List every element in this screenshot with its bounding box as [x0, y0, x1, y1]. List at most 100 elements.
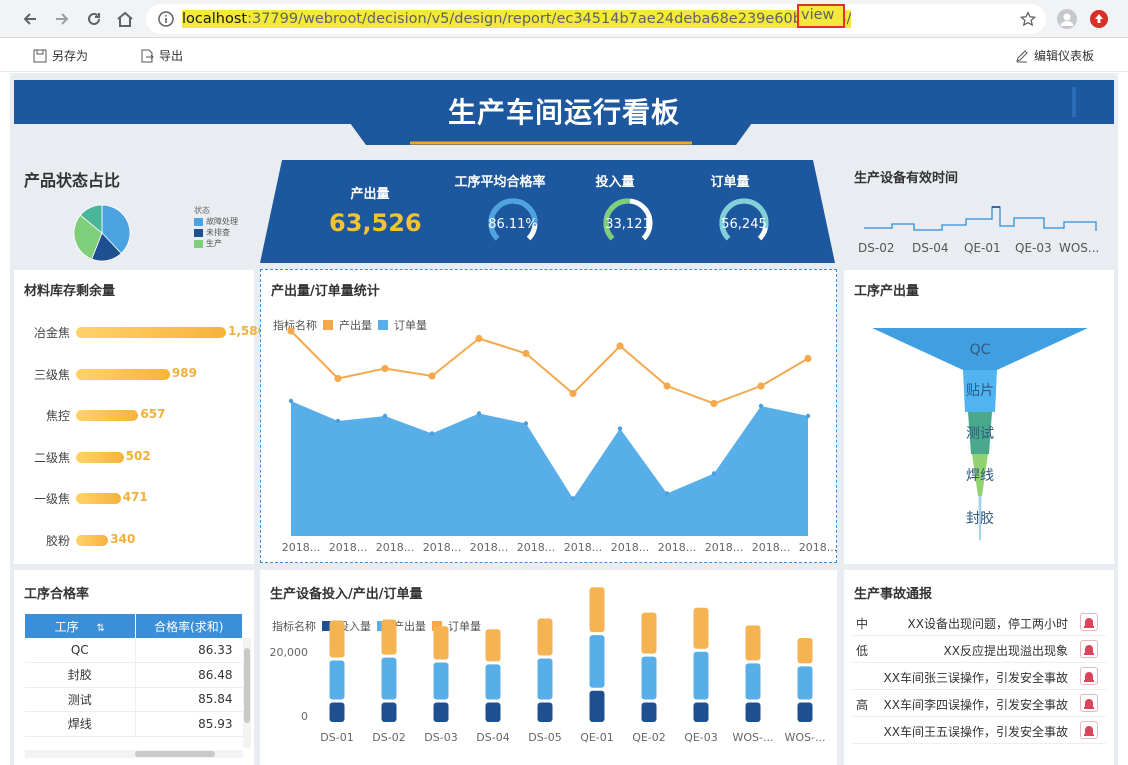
output-point[interactable]	[569, 389, 577, 398]
table-row[interactable]: QC 86.33	[25, 638, 243, 663]
order-point[interactable]	[617, 426, 623, 431]
stack-bar-segment[interactable]	[797, 666, 813, 700]
pie-legend-item[interactable]: 未排查	[194, 227, 238, 238]
accident-row[interactable]: XX车间张三误操作，引发安全事故	[852, 664, 1106, 690]
stack-bar-segment[interactable]	[433, 662, 449, 700]
star-icon[interactable]	[1020, 11, 1036, 27]
stack-bar-segment[interactable]	[433, 626, 449, 660]
back-arrow-icon[interactable]	[18, 7, 42, 31]
home-icon[interactable]	[113, 7, 137, 31]
order-point[interactable]	[758, 403, 764, 409]
stack-bar-segment[interactable]	[381, 619, 397, 655]
stack-bar-segment[interactable]	[641, 656, 657, 700]
pass-rate-panel: 工序合格率 工序 ⇅ 合格率(求和) QC 86.33 封胶 86.48 测试 85.84…	[14, 570, 254, 765]
stack-bar-segment[interactable]	[745, 663, 761, 700]
stack-bar-segment[interactable]	[589, 635, 605, 688]
table-row[interactable]: 测试 85.84	[25, 687, 243, 712]
profile-avatar-icon[interactable]	[1057, 9, 1077, 29]
accident-row[interactable]: 高 XX车间李四误操作，引发安全事故	[852, 691, 1106, 717]
table-vertical-scrollbar[interactable]	[243, 638, 251, 748]
table-horizontal-scrollbar[interactable]	[25, 750, 243, 758]
material-row[interactable]: 三级焦 989	[14, 366, 254, 382]
kpi-pass-rate-value: 86.11%	[488, 217, 538, 232]
stack-bar-segment[interactable]	[329, 660, 345, 700]
output-point[interactable]	[287, 327, 295, 335]
stack-bar-segment[interactable]	[537, 702, 553, 723]
pie-legend-item[interactable]: 故障处理	[194, 216, 238, 227]
stack-bar-segment[interactable]	[329, 702, 345, 723]
cell-process: QC	[25, 638, 136, 663]
stack-bar-segment[interactable]	[693, 702, 709, 723]
stack-bar-segment[interactable]	[797, 638, 813, 664]
stack-bar-segment[interactable]	[433, 702, 449, 723]
stack-bar-segment[interactable]	[381, 657, 397, 700]
cell-rate: 85.93	[135, 711, 243, 737]
sort-icon[interactable]: ⇅	[96, 623, 104, 634]
stack-bar-segment[interactable]	[693, 607, 709, 649]
output-point[interactable]	[663, 382, 671, 390]
order-point[interactable]	[805, 413, 811, 419]
pie-legend-label: 未排查	[206, 228, 230, 237]
output-point[interactable]	[428, 372, 436, 380]
order-point[interactable]	[664, 491, 670, 496]
table-row[interactable]: 封胶 86.48	[25, 662, 243, 688]
stack-bar-segment[interactable]	[485, 664, 501, 700]
stack-bar-segment[interactable]	[589, 587, 605, 633]
reload-icon[interactable]	[82, 7, 106, 31]
output-point[interactable]	[475, 334, 483, 343]
stack-bar-segment[interactable]	[537, 658, 553, 700]
accident-text: XX车间李四误操作，引发安全事故	[883, 698, 1068, 712]
material-row[interactable]: 二级焦 502	[14, 449, 254, 465]
stack-bar-segment[interactable]	[485, 702, 501, 723]
edit-dashboard-button[interactable]: 编辑仪表板	[1015, 47, 1094, 64]
info-icon[interactable]	[158, 11, 174, 27]
order-point[interactable]	[476, 411, 482, 416]
output-point[interactable]	[616, 342, 624, 350]
order-point[interactable]	[382, 413, 388, 419]
export-button[interactable]: 导出	[140, 47, 183, 64]
material-row[interactable]: 冶金焦 1,580	[14, 324, 266, 340]
material-row[interactable]: 胶粉 340	[14, 532, 254, 548]
col-rate-header[interactable]: 合格率(求和)	[135, 614, 243, 638]
kpi-order-label: 订单量	[710, 175, 750, 190]
stack-bar-segment[interactable]	[693, 651, 709, 700]
stack-bar-segment[interactable]	[589, 690, 605, 722]
order-point[interactable]	[288, 398, 294, 404]
stack-bar-segment[interactable]	[381, 702, 397, 723]
stack-bar-segment[interactable]	[537, 618, 553, 656]
stack-bar-segment[interactable]	[797, 702, 813, 723]
output-point[interactable]	[757, 382, 765, 390]
save-as-button[interactable]: 另存为	[33, 47, 88, 64]
stack-bar-segment[interactable]	[641, 612, 657, 654]
output-point[interactable]	[334, 374, 342, 383]
stack-bar-segment[interactable]	[641, 702, 657, 723]
y-tick-zero: 0	[301, 710, 308, 723]
pie-legend-swatch	[194, 239, 203, 248]
output-point[interactable]	[804, 354, 812, 363]
order-point[interactable]	[711, 471, 717, 476]
pie-legend-swatch	[194, 228, 203, 237]
order-point[interactable]	[570, 496, 576, 501]
table-row[interactable]: 焊线 85.93	[25, 711, 243, 737]
order-point[interactable]	[335, 418, 341, 424]
update-icon[interactable]	[1090, 10, 1108, 28]
material-row[interactable]: 一级焦 471	[14, 490, 254, 506]
accident-row[interactable]: 低 XX反应提出现溢出现象	[852, 637, 1106, 663]
forward-arrow-icon[interactable]	[50, 7, 74, 31]
stack-bar-segment[interactable]	[745, 702, 761, 723]
address-bar[interactable]: localhost:37799/webroot/decision/v5/desi…	[146, 4, 1046, 34]
output-point[interactable]	[522, 349, 530, 358]
accident-row[interactable]: XX车间王五误操作，引发安全事故	[852, 718, 1106, 744]
accident-text: XX设备出现问题，停工两小时	[907, 617, 1068, 631]
output-point[interactable]	[381, 364, 389, 373]
stack-bar-segment[interactable]	[485, 629, 501, 662]
pie-legend-item[interactable]: 生产	[194, 238, 238, 249]
order-point[interactable]	[523, 421, 529, 426]
stack-bar-segment[interactable]	[329, 620, 345, 658]
material-row[interactable]: 焦控 657	[14, 407, 254, 423]
stack-bar-segment[interactable]	[745, 625, 761, 661]
output-point[interactable]	[710, 399, 718, 408]
accident-row[interactable]: 中 XX设备出现问题，停工两小时	[852, 610, 1106, 636]
order-point[interactable]	[429, 431, 435, 436]
col-process-header[interactable]: 工序 ⇅	[25, 614, 136, 638]
